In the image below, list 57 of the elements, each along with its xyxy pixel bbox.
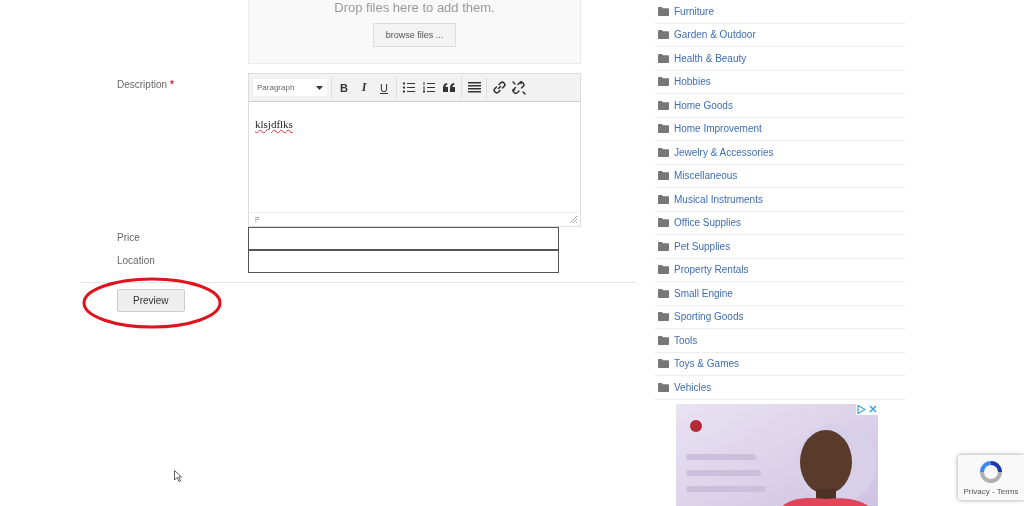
bold-button[interactable]: B — [334, 78, 354, 97]
category-link[interactable]: Sporting Goods — [674, 311, 744, 323]
category-link[interactable]: Pet Supplies — [674, 240, 731, 252]
folder-icon — [658, 218, 669, 228]
category-link[interactable]: Toys & Games — [674, 358, 740, 370]
folder-icon — [658, 194, 669, 204]
text-input-field[interactable] — [248, 250, 559, 273]
category-link[interactable]: Miscellaneous — [674, 170, 738, 182]
field-label: Description — [117, 79, 168, 90]
mouse-pointer-icon — [174, 470, 182, 482]
field-label: Price — [117, 232, 140, 243]
editor-text: klsjdflks — [255, 118, 293, 130]
folder-icon — [658, 335, 669, 345]
caret-icon — [316, 85, 323, 90]
folder-icon — [658, 53, 669, 63]
category-link[interactable]: Hobbies — [674, 76, 711, 88]
folder-icon — [658, 6, 669, 16]
category-link[interactable]: Jewelry & Accessories — [674, 146, 774, 158]
folder-icon — [658, 265, 669, 275]
category-link[interactable]: Garden & Outdoor — [674, 29, 756, 41]
folder-icon — [658, 382, 669, 392]
folder-icon — [658, 147, 669, 157]
text-input-field[interactable] — [248, 227, 559, 250]
browse-files-button[interactable]: browse files ... — [372, 23, 457, 47]
folder-icon — [658, 171, 669, 181]
field-label: Location — [117, 255, 155, 266]
category-link[interactable]: Property Rentals — [674, 264, 749, 276]
italic-button[interactable]: I — [354, 78, 374, 97]
resize-handle-icon[interactable] — [570, 216, 577, 223]
underline-button[interactable]: U — [374, 78, 394, 97]
close-icon[interactable] — [867, 403, 878, 415]
category-link[interactable]: Health & Beauty — [674, 52, 747, 64]
recaptcha-links: Privacy - Terms — [963, 487, 1019, 496]
drop-hint: Drop files here to add them. — [334, 0, 495, 15]
required-mark: * — [170, 79, 174, 90]
preview-button[interactable]: Preview — [117, 289, 185, 312]
category-link[interactable]: Home Improvement — [674, 123, 762, 135]
ad-info-icon[interactable] — [856, 403, 867, 415]
folder-icon — [658, 124, 669, 134]
category-link[interactable]: Tools — [674, 334, 698, 346]
category-link[interactable]: Small Engine — [674, 287, 733, 299]
category-link[interactable]: Office Supplies — [674, 217, 742, 229]
category-link[interactable]: Furniture — [674, 5, 714, 17]
folder-icon — [658, 77, 669, 87]
category-link[interactable]: Vehicles — [674, 381, 712, 393]
format-select[interactable]: Paragraph — [253, 79, 327, 96]
folder-icon — [658, 288, 669, 298]
folder-icon — [658, 30, 669, 40]
folder-icon — [658, 241, 669, 251]
folder-icon — [658, 100, 669, 110]
recaptcha-badge[interactable]: Privacy - Terms — [958, 455, 1024, 500]
unlink-icon[interactable] — [509, 78, 529, 97]
category-link[interactable]: Home Goods — [674, 99, 733, 111]
folder-icon — [658, 359, 669, 369]
folder-icon — [658, 312, 669, 322]
category-link[interactable]: Musical Instruments — [674, 193, 763, 205]
file-drop-zone[interactable]: Drop files here to add them. browse files ... — [248, 0, 581, 64]
